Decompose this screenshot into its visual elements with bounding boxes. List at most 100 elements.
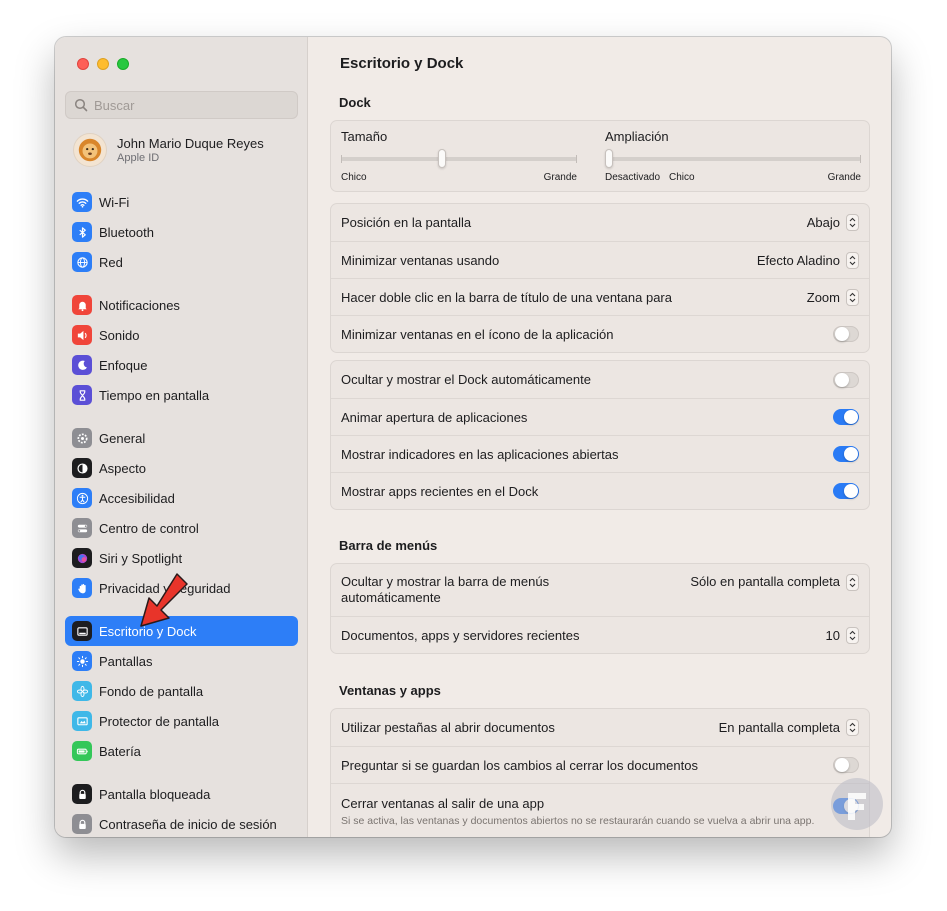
sidebar-item-login-password[interactable]: Contraseña de inicio de sesión [65,809,298,837]
show-indicators-toggle[interactable] [833,446,859,462]
sidebar-item-battery[interactable]: Batería [65,736,298,766]
lock-icon [72,814,92,834]
dock-behavior-card: Ocultar y mostrar el Dock automáticament… [330,360,870,510]
nav-group-lock: Pantalla bloqueada Contraseña de inicio … [65,779,298,837]
dock-icon [72,621,92,641]
autohide-dock-row: Ocultar y mostrar el Dock automáticament… [331,361,869,398]
windows-apps-card: Utilizar pestañas al abrir documentos En… [330,708,870,837]
close-windows-quit-row: Cerrar ventanas al salir de una app Si s… [331,783,869,837]
popup-stepper-icon[interactable] [846,719,859,736]
size-slider-track[interactable] [341,157,577,161]
row-label: Posición en la pantalla [341,215,472,230]
sidebar-item-control-center[interactable]: Centro de control [65,513,298,543]
animate-opening-row: Animar apertura de aplicaciones [331,398,869,435]
search-field[interactable] [65,91,298,119]
popup-stepper-icon[interactable] [846,626,859,644]
row-label: Mostrar apps recientes en el Dock [341,483,539,499]
sidebar-item-displays[interactable]: Pantallas [65,646,298,676]
popup-stepper-icon[interactable] [846,574,859,591]
show-recent-apps-toggle[interactable] [833,483,859,499]
nav-group-notifications: Notificaciones Sonido Enfoque Tiempo en … [65,290,298,410]
window-controls [77,58,129,70]
prefer-tabs-value[interactable]: En pantalla completa [719,720,840,735]
recent-items-value[interactable]: 10 [826,628,840,643]
hand-icon [72,578,92,598]
close-button[interactable] [77,58,89,70]
row-label: Preguntar si se guardan los cambios al c… [341,757,698,773]
sidebar-item-screensaver[interactable]: Protector de pantalla [65,706,298,736]
autohide-dock-toggle[interactable] [833,371,859,388]
autohide-menubar-value[interactable]: Sólo en pantalla completa [690,574,840,589]
prefer-tabs-row: Utilizar pestañas al abrir documentos En… [331,709,869,746]
sidebar-item-wallpaper[interactable]: Fondo de pantalla [65,676,298,706]
double-click-action-value[interactable]: Zoom [807,290,840,305]
lock-icon [72,784,92,804]
main-pane: Escritorio y Dock Dock Tamaño Chico Gran… [309,37,891,837]
section-title-menu-bar: Barra de menús [339,538,438,553]
autohide-menubar-row: Ocultar y mostrar la barra de menús auto… [331,564,869,616]
toggles-icon [72,518,92,538]
search-icon [74,98,88,112]
bluetooth-icon [72,222,92,242]
lion-avatar-icon [78,138,102,162]
sidebar-item-screen-time[interactable]: Tiempo en pantalla [65,380,298,410]
sidebar-item-general[interactable]: General [65,423,298,453]
wifi-icon [72,192,92,212]
row-label: Utilizar pestañas al abrir documentos [341,720,555,735]
minimize-button[interactable] [97,58,109,70]
settings-window: John Mario Duque Reyes Apple ID Wi-Fi Bl… [55,37,891,837]
sidebar-item-bluetooth[interactable]: Bluetooth [65,217,298,247]
popup-stepper-icon[interactable] [846,214,859,231]
slider-tick [576,155,577,163]
size-slider-thumb[interactable] [438,149,447,168]
animate-opening-toggle[interactable] [833,409,859,425]
row-label: Hacer doble clic en la barra de título d… [341,289,672,305]
minimize-effect-row: Minimizar ventanas usando Efecto Aladino [331,241,869,278]
sidebar-item-label: Enfoque [99,357,148,373]
menu-bar-card: Ocultar y mostrar la barra de menús auto… [330,563,870,654]
minimize-effect-value[interactable]: Efecto Aladino [757,253,840,268]
accessibility-icon [72,488,92,508]
sidebar-item-focus[interactable]: Enfoque [65,350,298,380]
row-description: Si se activa, las ventanas y documentos … [341,815,815,827]
dock-options-card: Posición en la pantalla Abajo Minimizar … [330,203,870,353]
sidebar-item-lock-screen[interactable]: Pantalla bloqueada [65,779,298,809]
sidebar-item-network[interactable]: Red [65,247,298,277]
popup-stepper-icon[interactable] [846,288,859,306]
search-input[interactable] [94,97,284,113]
sidebar-item-appearance[interactable]: Aspecto [65,453,298,483]
account-name: John Mario Duque Reyes [117,136,264,151]
size-slider[interactable]: Tamaño Chico Grande [341,129,577,183]
size-min-label: Chico [341,172,367,183]
row-label: Minimizar ventanas usando [341,252,500,268]
popup-stepper-icon[interactable] [846,251,859,269]
magnification-min-label: Chico [669,172,695,183]
row-label: Ocultar y mostrar la barra de menús [341,574,550,589]
nav-group-desktop: Escritorio y Dock Pantallas Fondo de pan… [65,616,298,766]
sidebar-item-notifications[interactable]: Notificaciones [65,290,298,320]
minimize-into-app-icon-toggle[interactable] [833,326,859,342]
page-title: Escritorio y Dock [340,55,464,72]
magnification-slider-thumb[interactable] [605,149,613,168]
sidebar-item-label: Siri y Spotlight [99,550,183,566]
ask-keep-changes-toggle[interactable] [833,757,859,773]
sidebar-item-label: Centro de control [99,520,199,536]
magnification-slider-track[interactable] [605,157,861,161]
ask-keep-changes-row: Preguntar si se guardan los cambios al c… [331,746,869,783]
magnification-off-label: Desactivado [605,172,661,183]
sidebar-item-label: Red [99,254,123,270]
sidebar-item-sound[interactable]: Sonido [65,320,298,350]
avatar [73,133,107,167]
section-title-windows-apps: Ventanas y apps [339,683,441,698]
sidebar-item-label: Aspecto [99,460,146,476]
sidebar-item-label: Notificaciones [99,297,180,313]
zoom-button[interactable] [117,58,129,70]
sidebar-item-wifi[interactable]: Wi-Fi [65,187,298,217]
sidebar-item-accessibility[interactable]: Accesibilidad [65,483,298,513]
nav-group-network: Wi-Fi Bluetooth Red [65,187,298,277]
row-label: Animar apertura de aplicaciones [341,409,528,425]
sidebar-item-siri-spotlight[interactable]: Siri y Spotlight [65,543,298,573]
magnification-slider[interactable]: Ampliación Desactivado Chico Grande [605,129,861,183]
dock-position-value[interactable]: Abajo [807,215,840,230]
apple-id-account[interactable]: John Mario Duque Reyes Apple ID [73,133,264,167]
